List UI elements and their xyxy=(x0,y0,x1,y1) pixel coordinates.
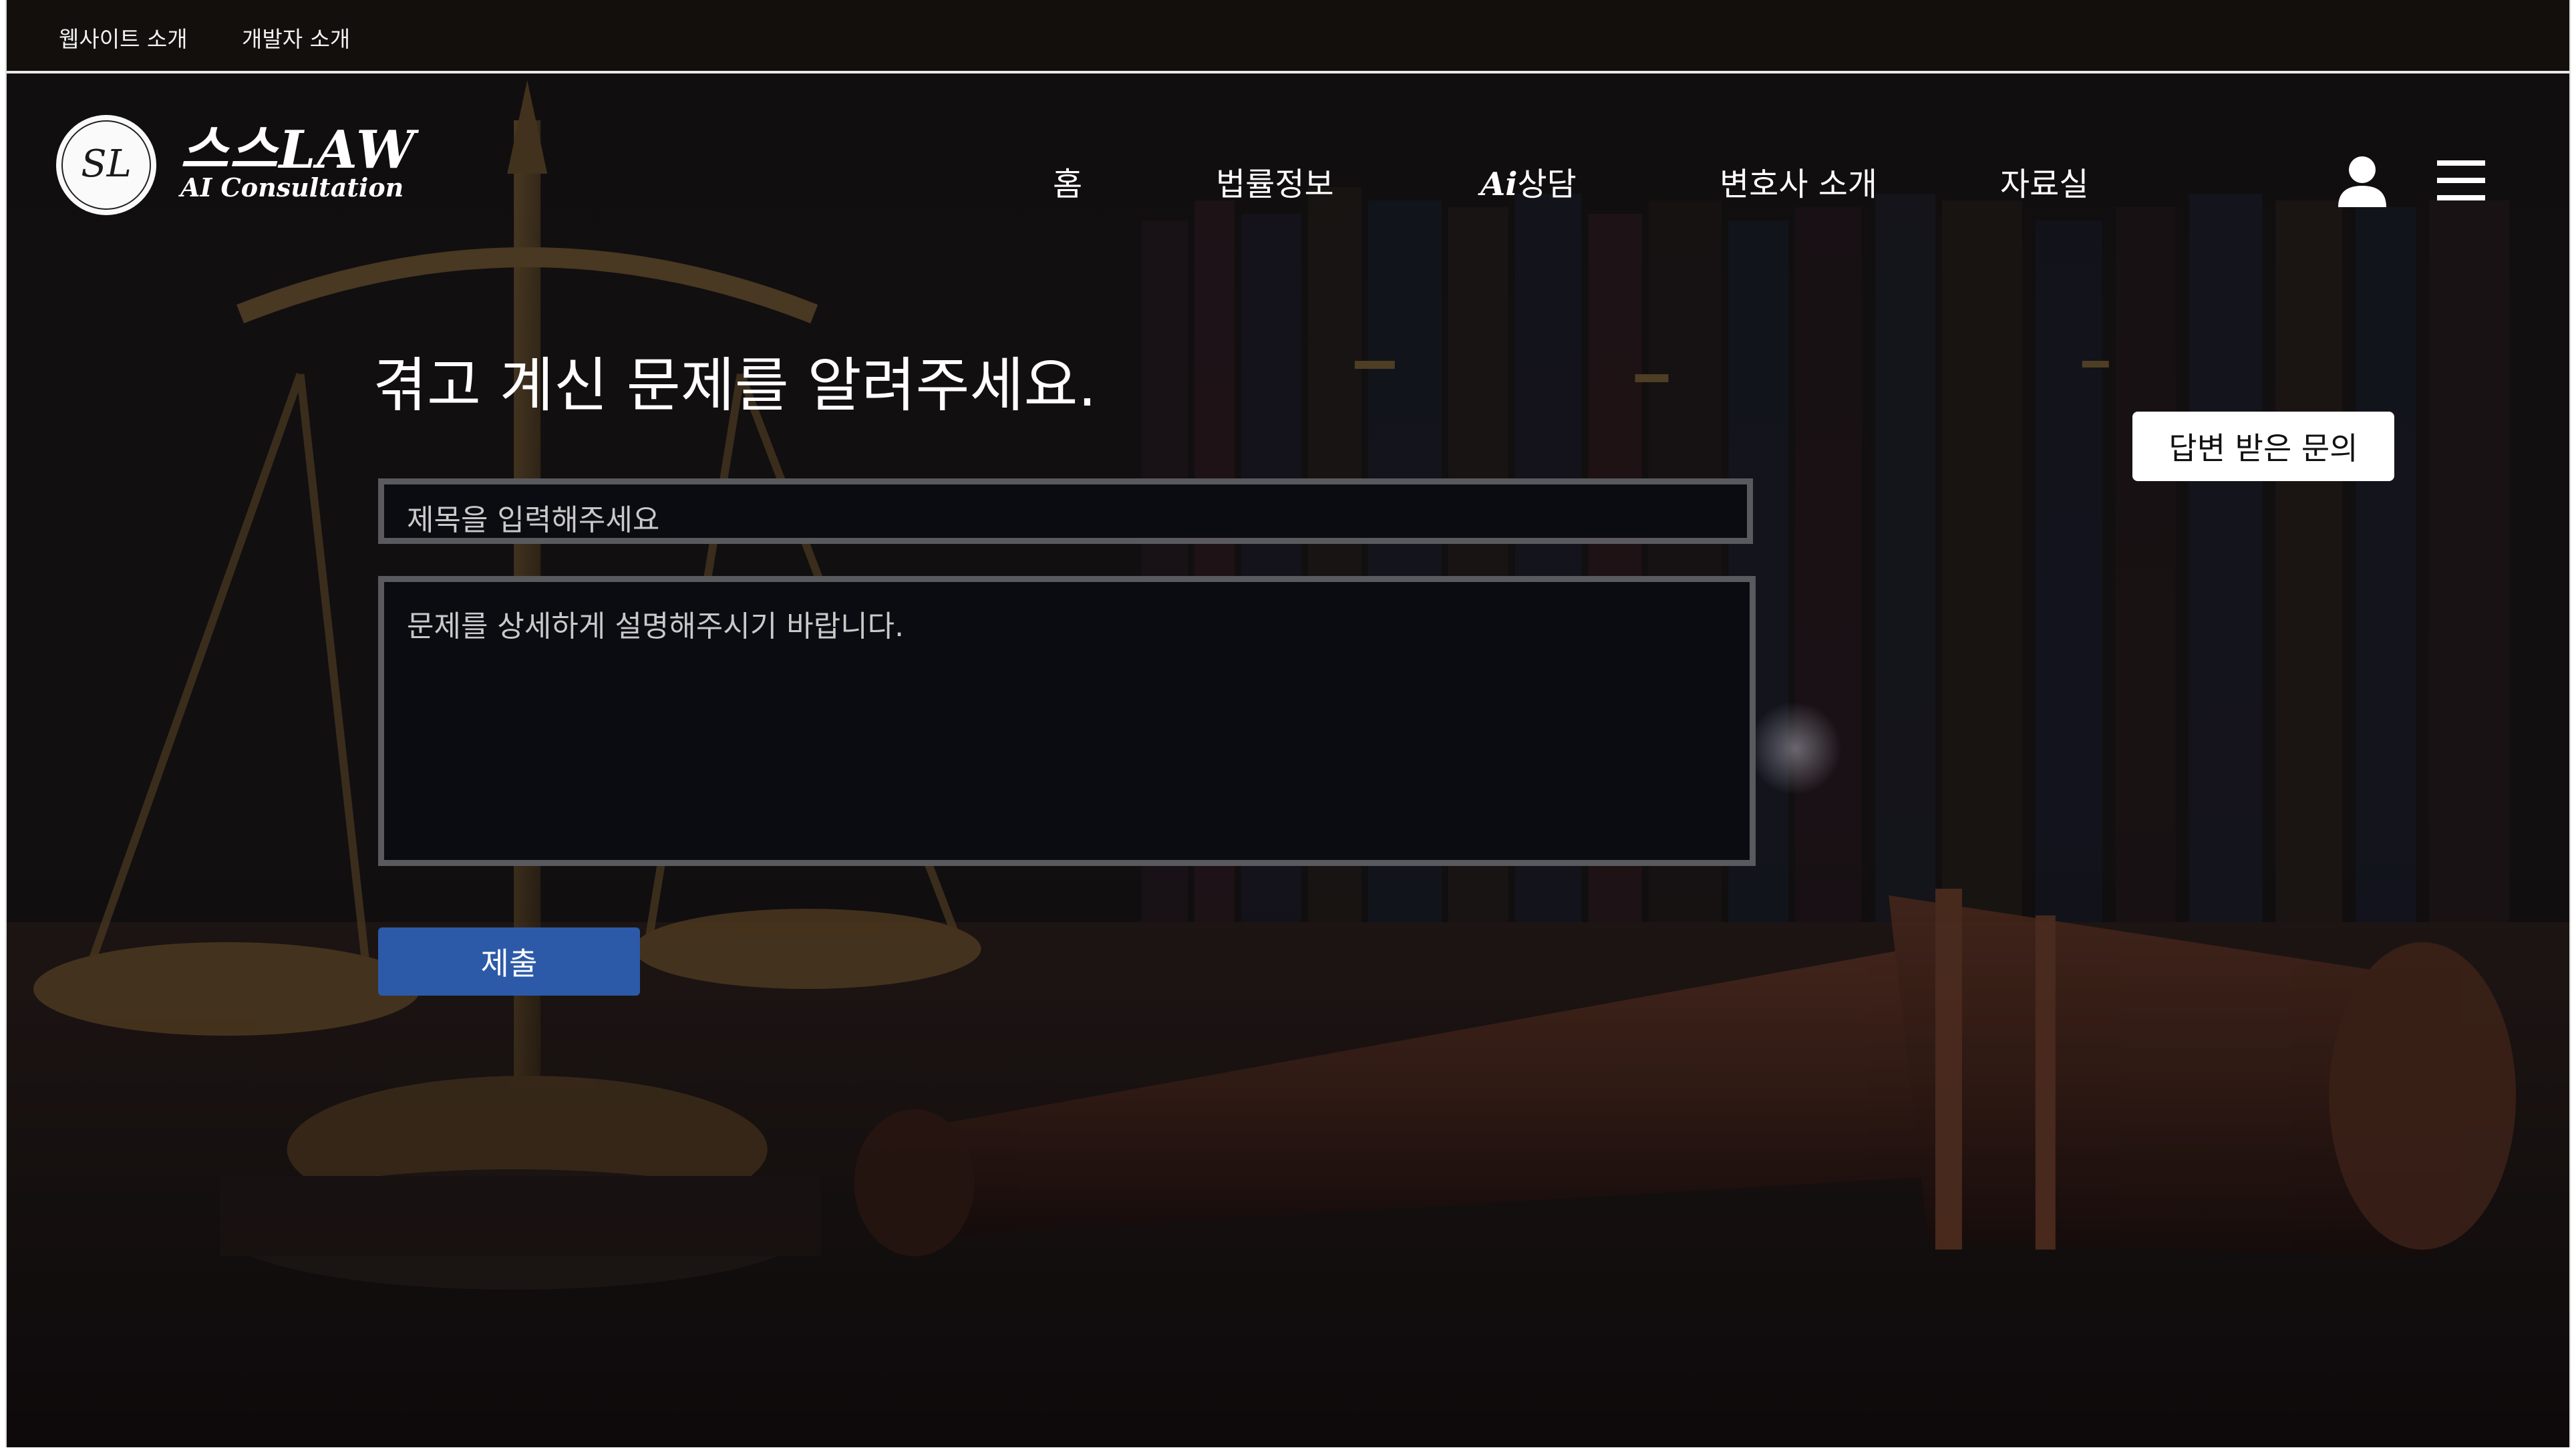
description-textarea[interactable] xyxy=(378,576,1756,866)
logo-monogram-icon: SL xyxy=(61,120,151,210)
logo-emblem[interactable]: SL xyxy=(56,115,156,215)
submit-button[interactable]: 제출 xyxy=(378,927,640,996)
website-intro-link[interactable]: 웹사이트 소개 xyxy=(59,21,188,53)
nav-lawyer-intro[interactable]: 변호사 소개 xyxy=(1720,158,1877,204)
answered-inquiries-button[interactable]: 답변 받은 문의 xyxy=(2132,412,2394,481)
nav-legal-info[interactable]: 법률정보 xyxy=(1216,158,1334,204)
nav-consult-label: 상담 xyxy=(1517,166,1577,203)
user-icon[interactable] xyxy=(2334,152,2390,208)
hamburger-menu-icon[interactable] xyxy=(2433,152,2489,208)
nav-ai-label: Ai xyxy=(1480,166,1518,203)
top-utility-bar: 웹사이트 소개 개발자 소개 xyxy=(7,0,2569,74)
nav-resources[interactable]: 자료실 xyxy=(2000,158,2088,204)
page-title: 겪고 계신 문제를 알려주세요. xyxy=(373,351,1097,420)
developer-intro-link[interactable]: 개발자 소개 xyxy=(242,21,350,53)
app-frame: 웹사이트 소개 개발자 소개 SL 스스LAW AI Consultation … xyxy=(5,0,2571,1447)
brand-tagline: AI Consultation xyxy=(180,172,404,202)
nav-ai-consult[interactable]: Ai상담 xyxy=(1480,158,1577,204)
nav-home[interactable]: 홈 xyxy=(1053,158,1082,204)
svg-text:SL: SL xyxy=(81,142,132,186)
title-input[interactable] xyxy=(378,478,1753,544)
